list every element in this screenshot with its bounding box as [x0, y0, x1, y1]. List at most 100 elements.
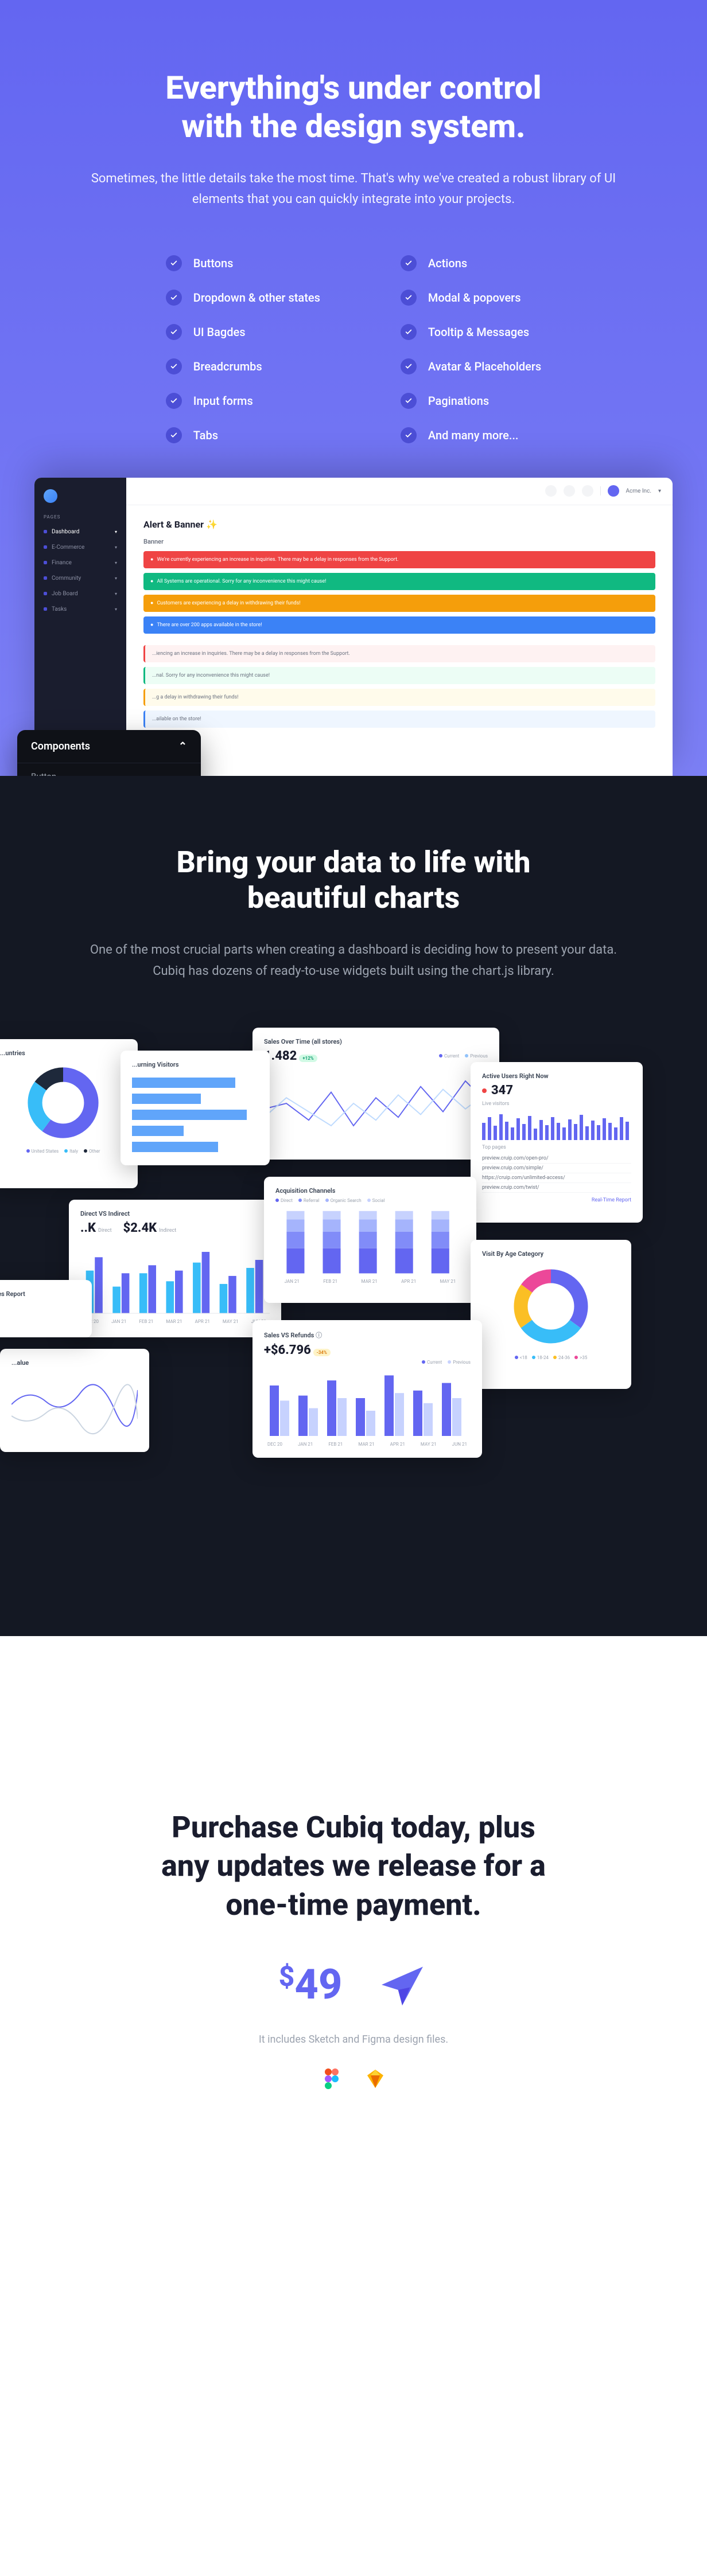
- avatar[interactable]: [608, 485, 619, 497]
- component-menu-item[interactable]: Button: [17, 763, 201, 776]
- metric-value: ..K: [80, 1221, 96, 1235]
- metric-sublabel: Live visitors: [482, 1101, 631, 1107]
- feature-item: Modal & popovers: [401, 290, 541, 306]
- feature-item: Actions: [401, 255, 541, 271]
- chevron-up-icon: ⌃: [178, 740, 187, 752]
- check-icon: [166, 255, 182, 271]
- feature-item: Input forms: [166, 393, 320, 409]
- realtime-link[interactable]: Real-Time Report: [482, 1197, 631, 1203]
- chart-legend: CurrentPrevious: [439, 1053, 488, 1059]
- sparkline-chart: [482, 1111, 631, 1140]
- feature-label: Tooltip & Messages: [428, 325, 529, 339]
- page-row: preview.cruip.com/twist/: [482, 1183, 631, 1193]
- countries-card: ...untries United States Italy Other: [0, 1039, 138, 1188]
- age-card: Visit By Age Category <18 18-24 24-36 >3…: [471, 1240, 631, 1389]
- feature-label: Buttons: [193, 256, 234, 270]
- check-icon: [166, 358, 182, 374]
- check-icon: [166, 427, 182, 443]
- sidebar-item[interactable]: Dashboard▾: [34, 524, 126, 540]
- feature-label: Dropdown & other states: [193, 291, 320, 305]
- card-title: ...urning Visitors: [132, 1061, 258, 1068]
- charts-title: Bring your data to life with beautiful c…: [34, 845, 673, 916]
- value-card: ...alue: [0, 1349, 149, 1452]
- purchase-title: Purchase Cubiq today, plus any updates w…: [34, 1808, 673, 1925]
- check-icon: [401, 290, 417, 306]
- card-title: Sales Over Time (all stores): [264, 1038, 488, 1045]
- sidebar-item[interactable]: E-Commerce▾: [34, 540, 126, 555]
- card-title: Acquisition Channels: [275, 1187, 465, 1195]
- feature-item: Avatar & Placeholders: [401, 358, 541, 374]
- sidebar-item[interactable]: Tasks▾: [34, 602, 126, 617]
- page-row: https://cruip.com/unlimited-access/: [482, 1173, 631, 1183]
- user-label[interactable]: Acme Inc.: [626, 488, 651, 494]
- check-icon: [166, 324, 182, 340]
- feature-label: Avatar & Placeholders: [428, 360, 541, 373]
- alert-banner-soft: ...g a delay in withdrawing their funds!: [143, 689, 655, 706]
- metric-badge: -34%: [313, 1349, 331, 1356]
- chevron-down-icon[interactable]: ▾: [658, 488, 661, 494]
- alert-banner: ●All Systems are operational. Sorry for …: [143, 573, 655, 590]
- live-dot-icon: [482, 1088, 487, 1093]
- chevron-down-icon: ▾: [115, 576, 117, 581]
- dashboard-topbar: Acme Inc. ▾: [126, 478, 673, 505]
- info-icon[interactable]: [582, 485, 593, 497]
- sketch-icon: [365, 2068, 386, 2089]
- feature-label: Input forms: [193, 394, 253, 408]
- card-title: Direct VS Indirect: [80, 1210, 270, 1217]
- sales-over-time-card: Sales Over Time (all stores) 1.482 +12% …: [252, 1028, 499, 1160]
- alert-banner-soft: ...nal. Sorry for any inconvenience this…: [143, 667, 655, 684]
- purchase-section: Purchase Cubiq today, plus any updates w…: [0, 1636, 707, 2158]
- sidebar-item[interactable]: Community▾: [34, 571, 126, 586]
- check-icon: [166, 393, 182, 409]
- alert-banner-soft: ...ailable on the store!: [143, 711, 655, 728]
- feature-item: Buttons: [166, 255, 320, 271]
- feature-label: Actions: [428, 256, 467, 270]
- chevron-down-icon: ▾: [115, 545, 117, 550]
- tool-icons: [34, 2068, 673, 2089]
- feature-label: Breadcrumbs: [193, 360, 262, 373]
- sidebar-item[interactable]: Job Board▾: [34, 586, 126, 602]
- features-grid: Buttons Dropdown & other states UI Bagdes B…: [34, 255, 673, 443]
- sidebar-section-label: PAGES: [34, 514, 126, 524]
- acquisition-card: Acquisition Channels Direct Referral Org…: [264, 1177, 476, 1303]
- alert-banner-soft: ...iencing an increase in inquiries. The…: [143, 645, 655, 662]
- chart-legend: CurrentPrevious: [264, 1360, 471, 1365]
- chevron-down-icon: ▾: [115, 560, 117, 565]
- feature-label: UI Bagdes: [193, 325, 246, 339]
- check-icon: [166, 290, 182, 306]
- sidebar-item[interactable]: Finance▾: [34, 555, 126, 571]
- chat-icon[interactable]: [564, 485, 575, 497]
- stacked-bar-chart: [275, 1207, 465, 1279]
- page-row: preview.cruip.com/simple/: [482, 1164, 631, 1173]
- metric-value: +$6.796: [264, 1343, 311, 1357]
- search-icon[interactable]: [545, 485, 557, 497]
- alert-banner: ●There are over 200 apps available in th…: [143, 616, 655, 634]
- direct-indirect-card: Direct VS Indirect ..K Direct $2.4K Indi…: [69, 1200, 281, 1337]
- feature-item: Paginations: [401, 393, 541, 409]
- feature-item: And many more...: [401, 427, 541, 443]
- charts-subtitle: One of the most crucial parts when creat…: [78, 939, 629, 982]
- check-icon: [401, 358, 417, 374]
- chart-axis: JAN 21FEB 21MAR 21APR 21MAY 21: [275, 1279, 465, 1284]
- logo-icon: [44, 489, 57, 503]
- card-title: Visit By Age Category: [482, 1250, 620, 1258]
- components-header[interactable]: Components ⌃: [17, 730, 201, 763]
- card-title: ...untries: [0, 1049, 126, 1057]
- alert-banner: ●Customers are experiencing a delay in w…: [143, 595, 655, 612]
- feature-item: Tabs: [166, 427, 320, 443]
- metric-value: 347: [491, 1083, 513, 1098]
- page-row: preview.cruip.com/open-pro/: [482, 1154, 631, 1164]
- line-chart: [264, 1063, 488, 1143]
- card-title: Sales VS Refunds ⓘ: [264, 1330, 471, 1340]
- chart-legend: <18 18-24 24-36 >35: [482, 1355, 620, 1360]
- metric-value: $2.4K: [123, 1221, 157, 1235]
- grouped-bar-chart: [80, 1241, 270, 1319]
- card-title: ...alue: [11, 1359, 138, 1367]
- charts-section: Bring your data to life with beautiful c…: [0, 776, 707, 1636]
- charts-collage: Sales Over Time (all stores) 1.482 +12% …: [34, 1028, 673, 1544]
- check-icon: [401, 255, 417, 271]
- chart-axis: DEC 20JAN 21FEB 21MAR 21APR 21MAY 21JUN …: [80, 1319, 270, 1324]
- feature-item: Tooltip & Messages: [401, 324, 541, 340]
- check-icon: [401, 393, 417, 409]
- page-title: Alert & Banner ✨: [143, 519, 655, 530]
